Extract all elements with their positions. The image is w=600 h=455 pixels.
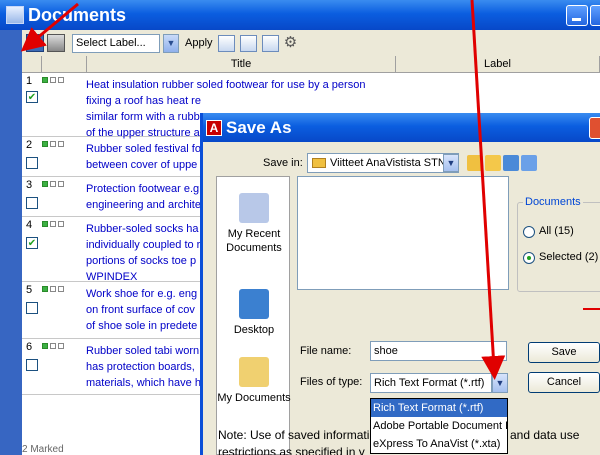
save-as-title: Save As [226, 117, 292, 137]
status-dots [42, 221, 64, 227]
note-line-1: Note: Use of saved informati [218, 428, 370, 442]
row-number: 1 [26, 75, 33, 87]
status-bar-text: 2 Marked [22, 444, 64, 455]
select-label-value: Select Label... [76, 37, 146, 49]
row-number: 6 [26, 341, 33, 353]
file-type-option[interactable]: Rich Text Format (*.rtf) [371, 399, 507, 417]
save-as-titlebar: A Save As [203, 113, 600, 142]
print-icon[interactable] [47, 34, 65, 52]
view-icon[interactable] [217, 34, 235, 52]
up-folder-icon[interactable] [467, 155, 483, 171]
save-button[interactable]: Save [528, 342, 600, 363]
documents-group [517, 202, 600, 292]
place-recent[interactable]: My Recent Documents [217, 193, 291, 255]
column-title[interactable]: Title [87, 56, 396, 73]
chevron-down-icon[interactable]: ▼ [443, 154, 459, 172]
chevron-down-icon[interactable]: ▼ [163, 33, 179, 53]
desktop-icon [239, 289, 269, 319]
close-icon[interactable] [589, 117, 600, 139]
gear-icon[interactable]: ⚙ [282, 34, 300, 52]
select-label-dropdown[interactable]: Select Label... [72, 33, 160, 53]
row-checkbox[interactable]: ✔ [26, 91, 38, 103]
chevron-down-icon[interactable]: ▼ [492, 373, 508, 393]
row-number: 2 [26, 139, 33, 151]
row-number: 3 [26, 179, 33, 191]
save-in-dropdown[interactable]: Viitteet AnaVistista STN... [307, 153, 459, 173]
radio-all-label[interactable]: All (15) [539, 225, 574, 237]
filter-icon[interactable] [239, 34, 257, 52]
view-menu-icon[interactable] [503, 155, 519, 171]
files-of-type-label: Files of type: [300, 376, 363, 388]
save-in-value: Viitteet AnaVistista STN... [330, 157, 455, 169]
new-folder-icon[interactable] [485, 155, 501, 171]
recent-documents-icon [239, 193, 269, 223]
documents-grid-header: Title Label [22, 56, 600, 73]
place-recent-label: My Recent Documents [226, 228, 282, 254]
cancel-button[interactable]: Cancel [528, 372, 600, 393]
radio-all[interactable] [523, 226, 535, 238]
documents-window-title: Documents [28, 4, 127, 25]
row-checkbox[interactable]: ✔ [26, 237, 38, 249]
note-line-2: restrictions as specified in y [218, 445, 365, 455]
row-number: 5 [26, 284, 33, 296]
radio-selected[interactable] [523, 252, 535, 264]
folder-icon [312, 158, 326, 168]
file-name-field[interactable]: shoe [370, 341, 507, 361]
radio-selected-label[interactable]: Selected (2) [539, 251, 598, 263]
documents-toolbar: Select Label... ▼ Apply ⚙ [22, 30, 600, 56]
minimize-button[interactable] [566, 5, 588, 26]
status-dots [42, 181, 64, 187]
row-number: 4 [26, 219, 33, 231]
save-as-dialog: A Save As Save in: Viitteet AnaVistista … [200, 113, 600, 455]
row-checkbox[interactable] [26, 359, 38, 371]
note-line-1-tail: and data use [510, 428, 580, 442]
row-checkbox[interactable] [26, 197, 38, 209]
documents-group-legend: Documents [523, 196, 583, 208]
place-my-documents-label: My Documents [217, 392, 291, 404]
window-left-border [0, 30, 22, 455]
place-desktop-label: Desktop [233, 324, 275, 336]
status-dots [42, 343, 64, 349]
row-checkbox[interactable] [26, 157, 38, 169]
apply-button[interactable]: Apply [185, 37, 213, 49]
row-checkbox[interactable] [26, 302, 38, 314]
my-documents-icon [239, 357, 269, 387]
status-dots [42, 286, 64, 292]
maximize-button[interactable] [590, 5, 600, 26]
details-view-icon[interactable] [521, 155, 537, 171]
file-type-option[interactable]: eXpress To AnaVist (*.xta) [371, 435, 507, 453]
status-dots [42, 77, 64, 83]
column-label[interactable]: Label [396, 56, 600, 73]
documents-window-titlebar: Documents [0, 0, 600, 30]
save-icon[interactable] [26, 34, 44, 52]
documents-window-icon [6, 6, 24, 24]
status-dots [42, 141, 64, 147]
select-all-checkbox[interactable] [22, 56, 42, 73]
sort-icon[interactable] [261, 34, 279, 52]
places-bar: My Recent Documents Desktop My Documents [216, 176, 291, 455]
pdf-icon: A [206, 119, 222, 136]
file-type-option[interactable]: Adobe Portable Document Fo [371, 417, 507, 435]
file-type-options: Rich Text Format (*.rtf) Adobe Portable … [370, 398, 508, 454]
files-of-type-dropdown[interactable]: Rich Text Format (*.rtf) [370, 373, 492, 393]
save-in-label: Save in: [263, 157, 303, 169]
place-desktop[interactable]: Desktop [217, 289, 291, 337]
file-list[interactable] [297, 176, 509, 290]
place-my-documents[interactable]: My Documents [217, 357, 291, 405]
file-name-label: File name: [300, 345, 352, 357]
